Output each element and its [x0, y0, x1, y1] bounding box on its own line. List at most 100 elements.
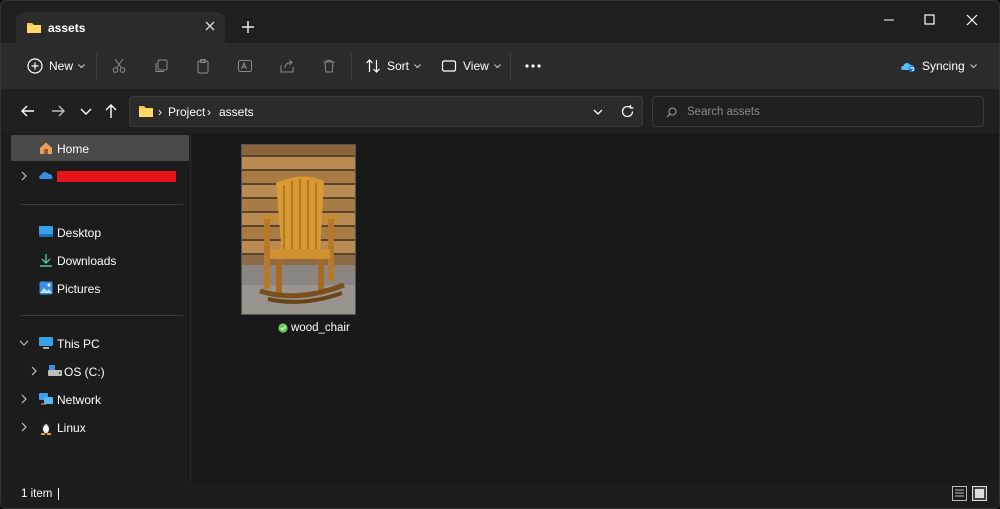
- address-history-chevron-icon[interactable]: [592, 106, 604, 121]
- breadcrumb-separator-icon: ›: [207, 105, 211, 119]
- drive-icon: [47, 363, 63, 379]
- scissors-icon: [112, 58, 126, 73]
- file-name-label: wood_chair: [291, 322, 350, 334]
- sidebar-item-pictures[interactable]: Pictures: [11, 275, 189, 301]
- chevron-down-icon[interactable]: [19, 337, 29, 349]
- close-tab-icon[interactable]: [201, 17, 219, 35]
- sort-icon: [366, 59, 380, 73]
- cut-button[interactable]: [111, 55, 127, 77]
- recent-locations-chevron-icon[interactable]: [77, 102, 95, 120]
- paste-button[interactable]: [195, 55, 211, 77]
- sidebar-item-linux[interactable]: Linux: [11, 414, 189, 440]
- sidebar-item-label: Linux: [57, 421, 86, 435]
- clipboard-icon: [197, 59, 209, 74]
- download-icon: [38, 252, 54, 268]
- navigation-pane: Home Desktop Downloads Pictures This PC …: [1, 133, 191, 482]
- sidebar-item-onedrive[interactable]: [11, 163, 189, 189]
- onedrive-sync-icon: [901, 63, 916, 73]
- sidebar-item-label: Desktop: [57, 226, 102, 240]
- network-icon: [38, 391, 54, 407]
- sidebar-item-os-drive[interactable]: OS (C:): [11, 358, 189, 384]
- breadcrumb-project[interactable]: Project: [168, 105, 205, 119]
- trash-icon: [323, 60, 335, 73]
- pictures-icon: [38, 280, 54, 296]
- file-explorer-window: assets New Sort View Syncing › Project ›…: [0, 0, 1000, 509]
- sidebar-item-home[interactable]: Home: [11, 135, 189, 161]
- divider: [21, 204, 183, 205]
- rename-icon: [238, 60, 252, 72]
- folder-icon: [26, 21, 42, 37]
- more-options-button[interactable]: [524, 55, 542, 77]
- onedrive-cloud-icon: [38, 169, 54, 185]
- sidebar-item-label: Downloads: [57, 254, 117, 268]
- chevron-right-icon[interactable]: [19, 421, 29, 433]
- address-bar[interactable]: › Project › assets: [129, 96, 643, 127]
- divider: [351, 53, 352, 79]
- new-tab-icon[interactable]: [239, 18, 257, 36]
- file-item-wood-chair[interactable]: wood_chair: [278, 322, 350, 334]
- sidebar-item-desktop[interactable]: Desktop: [11, 219, 189, 245]
- wood-chair-image: [242, 145, 355, 314]
- delete-button[interactable]: [321, 55, 337, 77]
- maximize-icon[interactable]: [906, 9, 952, 31]
- plus-circle-icon: [27, 58, 43, 74]
- home-icon: [38, 140, 54, 156]
- sidebar-item-network[interactable]: Network: [11, 386, 189, 412]
- breadcrumb-separator-icon: ›: [158, 105, 162, 119]
- sync-status-button[interactable]: Syncing: [900, 55, 977, 77]
- view-button-label: View: [463, 59, 489, 73]
- chevron-down-icon: [493, 63, 501, 68]
- sidebar-item-label: Network: [57, 393, 102, 407]
- chevron-right-icon[interactable]: [19, 393, 29, 405]
- search-icon: [666, 107, 677, 121]
- sort-button-label: Sort: [387, 59, 410, 73]
- search-input[interactable]: Search assets: [687, 106, 760, 118]
- status-separator: [58, 488, 59, 500]
- linux-penguin-icon: [38, 419, 54, 435]
- rename-button[interactable]: [237, 55, 253, 77]
- tiles-view-icon[interactable]: [972, 486, 987, 501]
- chevron-right-icon[interactable]: [29, 365, 39, 377]
- sidebar-item-label: This PC: [57, 337, 100, 351]
- refresh-icon[interactable]: [620, 104, 635, 122]
- folder-icon: [138, 105, 154, 121]
- title-bar: assets: [1, 1, 999, 43]
- forward-arrow-icon[interactable]: [49, 102, 67, 120]
- more-icon: [525, 64, 541, 68]
- copy-icon: [155, 59, 168, 72]
- address-row: › Project › assets Search assets: [1, 89, 999, 133]
- file-thumbnail[interactable]: [241, 144, 356, 315]
- sidebar-item-label: OS (C:): [64, 365, 105, 379]
- share-button[interactable]: [279, 55, 295, 77]
- tab-assets[interactable]: assets: [16, 12, 225, 43]
- view-button[interactable]: View: [441, 55, 501, 77]
- item-count: 1 item: [21, 488, 53, 500]
- sort-button[interactable]: Sort: [365, 55, 421, 77]
- chevron-right-icon[interactable]: [19, 170, 29, 182]
- back-arrow-icon[interactable]: [19, 102, 37, 120]
- divider: [510, 53, 511, 79]
- copy-button[interactable]: [153, 55, 169, 77]
- tab-label: assets: [48, 21, 86, 35]
- search-box[interactable]: Search assets: [652, 96, 984, 127]
- details-view-icon[interactable]: [952, 486, 967, 501]
- new-button-label: New: [49, 59, 74, 73]
- sidebar-item-label: Pictures: [57, 282, 101, 296]
- file-list-area[interactable]: wood_chair: [192, 133, 999, 482]
- computer-icon: [38, 335, 54, 351]
- chevron-down-icon: [414, 63, 421, 68]
- view-icon: [441, 60, 457, 72]
- desktop-icon: [38, 224, 54, 240]
- divider: [96, 53, 97, 79]
- sidebar-item-this-pc[interactable]: This PC: [11, 330, 189, 356]
- breadcrumb-assets[interactable]: assets: [219, 105, 254, 119]
- redacted-account-name: [57, 171, 176, 182]
- sidebar-item-label: Home: [57, 142, 90, 156]
- sync-status-label: Syncing: [922, 59, 965, 73]
- synced-check-icon: [278, 323, 288, 333]
- close-window-icon[interactable]: [949, 9, 995, 31]
- new-button[interactable]: New: [27, 55, 85, 77]
- divider: [21, 315, 183, 316]
- up-arrow-icon[interactable]: [102, 102, 120, 120]
- sidebar-item-downloads[interactable]: Downloads: [11, 247, 189, 273]
